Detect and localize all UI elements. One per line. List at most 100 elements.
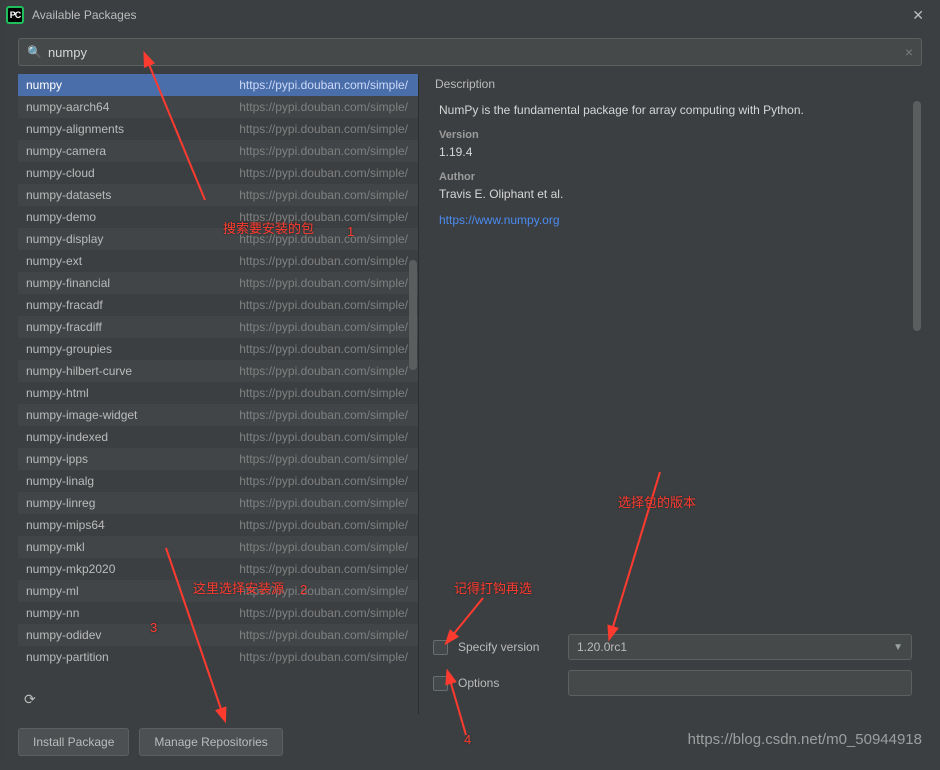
package-name: numpy-image-widget	[26, 408, 137, 422]
package-name: numpy-ipps	[26, 452, 88, 466]
package-repo-url: https://pypi.douban.com/simple/	[239, 276, 408, 290]
package-name: numpy-camera	[26, 144, 106, 158]
package-repo-url: https://pypi.douban.com/simple/	[239, 562, 408, 576]
package-repo-url: https://pypi.douban.com/simple/	[239, 606, 408, 620]
package-name: numpy-mips64	[26, 518, 105, 532]
package-list-panel: numpy https://pypi.douban.com/simple/nump…	[18, 74, 418, 714]
package-row[interactable]: numpy-nnhttps://pypi.douban.com/simple/	[18, 602, 418, 624]
refresh-icon[interactable]: ⟳	[24, 691, 36, 708]
package-repo-url: https://pypi.douban.com/simple/	[239, 188, 408, 202]
package-repo-url: https://pypi.douban.com/simple/	[239, 364, 408, 378]
package-name: numpy-mkp2020	[26, 562, 115, 576]
package-name: numpy	[26, 78, 62, 92]
clear-icon[interactable]: ×	[905, 44, 913, 60]
specify-version-label: Specify version	[458, 640, 558, 654]
package-list[interactable]: numpy https://pypi.douban.com/simple/nump…	[18, 74, 418, 684]
specify-version-checkbox[interactable]	[433, 640, 448, 655]
package-row[interactable]: numpy-linreghttps://pypi.douban.com/simp…	[18, 492, 418, 514]
author-label: Author	[439, 171, 920, 183]
package-name: numpy-groupies	[26, 342, 112, 356]
package-row[interactable]: numpy-alignmentshttps://pypi.douban.com/…	[18, 118, 418, 140]
package-row[interactable]: numpy-mips64https://pypi.douban.com/simp…	[18, 514, 418, 536]
install-package-button[interactable]: Install Package	[18, 728, 129, 756]
package-repo-url: https://pypi.douban.com/simple/	[239, 100, 408, 114]
package-row[interactable]: numpy-mkl https://pypi.douban.com/simple/	[18, 536, 418, 558]
package-repo-url: https://pypi.douban.com/simple/	[239, 540, 408, 554]
ide-sidebar-stub	[0, 0, 6, 760]
package-name: numpy-hilbert-curve	[26, 364, 132, 378]
package-row[interactable]: numpy https://pypi.douban.com/simple/	[18, 74, 418, 96]
titlebar: PC Available Packages ✕	[0, 0, 940, 30]
package-repo-url: https://pypi.douban.com/simple/	[239, 650, 408, 664]
search-row: 🔍 ×	[0, 30, 940, 74]
package-name: numpy-linalg	[26, 474, 94, 488]
package-row[interactable]: numpy-aarch64 https://pypi.douban.com/sim…	[18, 96, 418, 118]
package-name: numpy-indexed	[26, 430, 108, 444]
package-repo-url: https://pypi.douban.com/simple/	[239, 254, 408, 268]
desc-scrollbar-thumb[interactable]	[913, 101, 921, 331]
package-row[interactable]: numpy-image-widgethttps://pypi.douban.co…	[18, 404, 418, 426]
package-row[interactable]: numpy-demohttps://pypi.douban.com/simple…	[18, 206, 418, 228]
options-input[interactable]	[568, 670, 912, 696]
package-repo-url: https://pypi.douban.com/simple/	[239, 78, 408, 92]
package-name: numpy-datasets	[26, 188, 111, 202]
options-label: Options	[458, 676, 558, 690]
package-repo-url: https://pypi.douban.com/simple/	[239, 584, 408, 598]
panel-divider	[418, 74, 419, 714]
package-repo-url: https://pypi.douban.com/simple/	[239, 232, 408, 246]
package-row[interactable]: numpy-groupies https://pypi.douban.com/si…	[18, 338, 418, 360]
package-repo-url: https://pypi.douban.com/simple/	[239, 474, 408, 488]
package-name: numpy-partition	[26, 650, 109, 664]
package-row[interactable]: numpy-exthttps://pypi.douban.com/simple/	[18, 250, 418, 272]
close-icon[interactable]: ✕	[906, 3, 930, 28]
main-content: numpy https://pypi.douban.com/simple/nump…	[0, 74, 940, 714]
package-row[interactable]: numpy-financialhttps://pypi.douban.com/s…	[18, 272, 418, 294]
package-row[interactable]: numpy-display https://pypi.douban.com/sim…	[18, 228, 418, 250]
version-label: Version	[439, 129, 920, 141]
package-repo-url: https://pypi.douban.com/simple/	[239, 166, 408, 180]
package-row[interactable]: numpy-html https://pypi.douban.com/simple…	[18, 382, 418, 404]
version-select-value: 1.20.0rc1	[577, 640, 627, 654]
search-icon: 🔍	[27, 45, 42, 59]
package-name: numpy-display	[26, 232, 103, 246]
package-row[interactable]: numpy-linalg https://pypi.douban.com/simp…	[18, 470, 418, 492]
scrollbar-thumb[interactable]	[409, 260, 417, 370]
search-box[interactable]: 🔍 ×	[18, 38, 922, 66]
options-row: Options	[433, 670, 912, 696]
package-row[interactable]: numpy-ippshttps://pypi.douban.com/simple…	[18, 448, 418, 470]
manage-repositories-button[interactable]: Manage Repositories	[139, 728, 282, 756]
watermark-text: https://blog.csdn.net/m0_50944918	[688, 731, 922, 748]
package-repo-url: https://pypi.douban.com/simple/	[239, 342, 408, 356]
homepage-link[interactable]: https://www.numpy.org	[439, 213, 560, 227]
package-repo-url: https://pypi.douban.com/simple/	[239, 430, 408, 444]
package-row[interactable]: numpy-datasets https://pypi.douban.com/si…	[18, 184, 418, 206]
package-row[interactable]: numpy-mkp2020 https://pypi.douban.com/sim…	[18, 558, 418, 580]
specify-version-row: Specify version 1.20.0rc1 ▼	[433, 634, 912, 660]
description-panel: Description NumPy is the fundamental pac…	[433, 74, 922, 714]
package-name: numpy-fracdiff	[26, 320, 102, 334]
refresh-bar: ⟳	[18, 684, 418, 714]
options-checkbox[interactable]	[433, 676, 448, 691]
search-input[interactable]	[48, 45, 905, 60]
package-name: numpy-aarch64	[26, 100, 109, 114]
version-select[interactable]: 1.20.0rc1 ▼	[568, 634, 912, 660]
package-row[interactable]: numpy-cloudhttps://pypi.douban.com/simpl…	[18, 162, 418, 184]
package-row[interactable]: numpy-fracadfhttps://pypi.douban.com/sim…	[18, 294, 418, 316]
package-repo-url: https://pypi.douban.com/simple/	[239, 210, 408, 224]
package-repo-url: https://pypi.douban.com/simple/	[239, 298, 408, 312]
package-row[interactable]: numpy-fracdiffhttps://pypi.douban.com/si…	[18, 316, 418, 338]
package-row[interactable]: numpy-hilbert-curve https://pypi.douban.c…	[18, 360, 418, 382]
package-row[interactable]: numpy-camerahttps://pypi.douban.com/simp…	[18, 140, 418, 162]
package-row[interactable]: numpy-ml https://pypi.douban.com/simple/	[18, 580, 418, 602]
description-text: NumPy is the fundamental package for arr…	[439, 103, 920, 117]
package-row[interactable]: numpy-partition https://pypi.douban.com/s…	[18, 646, 418, 668]
package-row[interactable]: numpy-odidevhttps://pypi.douban.com/simp…	[18, 624, 418, 646]
package-name: numpy-ml	[26, 584, 79, 598]
package-name: numpy-odidev	[26, 628, 101, 642]
desc-scrollbar-track	[912, 101, 922, 661]
package-name: numpy-mkl	[26, 540, 85, 554]
package-name: numpy-html	[26, 386, 89, 400]
pycharm-logo-icon: PC	[6, 6, 24, 24]
package-row[interactable]: numpy-indexed https://pypi.douban.com/sim…	[18, 426, 418, 448]
package-repo-url: https://pypi.douban.com/simple/	[239, 386, 408, 400]
